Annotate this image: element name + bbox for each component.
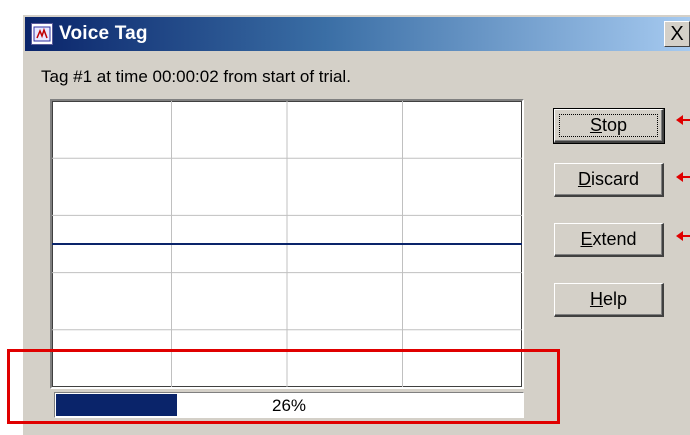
annotation-arrow-stop: [676, 115, 690, 125]
help-button[interactable]: Help: [554, 283, 664, 317]
extend-mnemonic: E: [580, 229, 593, 249]
focus-rectangle: [559, 114, 658, 137]
extend-button[interactable]: Extend: [554, 223, 664, 257]
tag-status-text: Tag #1 at time 00:00:02 from start of tr…: [41, 67, 351, 86]
waveform-graph: [52, 101, 522, 387]
annotation-highlight-box: [7, 349, 560, 424]
stop-button[interactable]: Stop: [553, 108, 665, 144]
discard-label: iscard: [590, 169, 639, 189]
help-mnemonic: H: [589, 289, 603, 309]
help-label: elp: [602, 289, 628, 309]
title-bar[interactable]: Voice Tag X: [25, 17, 690, 51]
extend-label: xtend: [592, 229, 637, 249]
close-icon: X: [670, 23, 684, 45]
close-button[interactable]: X: [664, 21, 690, 47]
window-title: Voice Tag: [59, 23, 148, 44]
annotation-arrow-extend: [676, 231, 690, 241]
voice-tag-app-icon: [31, 23, 53, 45]
discard-button[interactable]: Discard: [554, 163, 664, 197]
waveform-display: [50, 99, 524, 389]
discard-mnemonic: D: [577, 169, 591, 189]
annotation-arrow-discard: [676, 172, 690, 182]
